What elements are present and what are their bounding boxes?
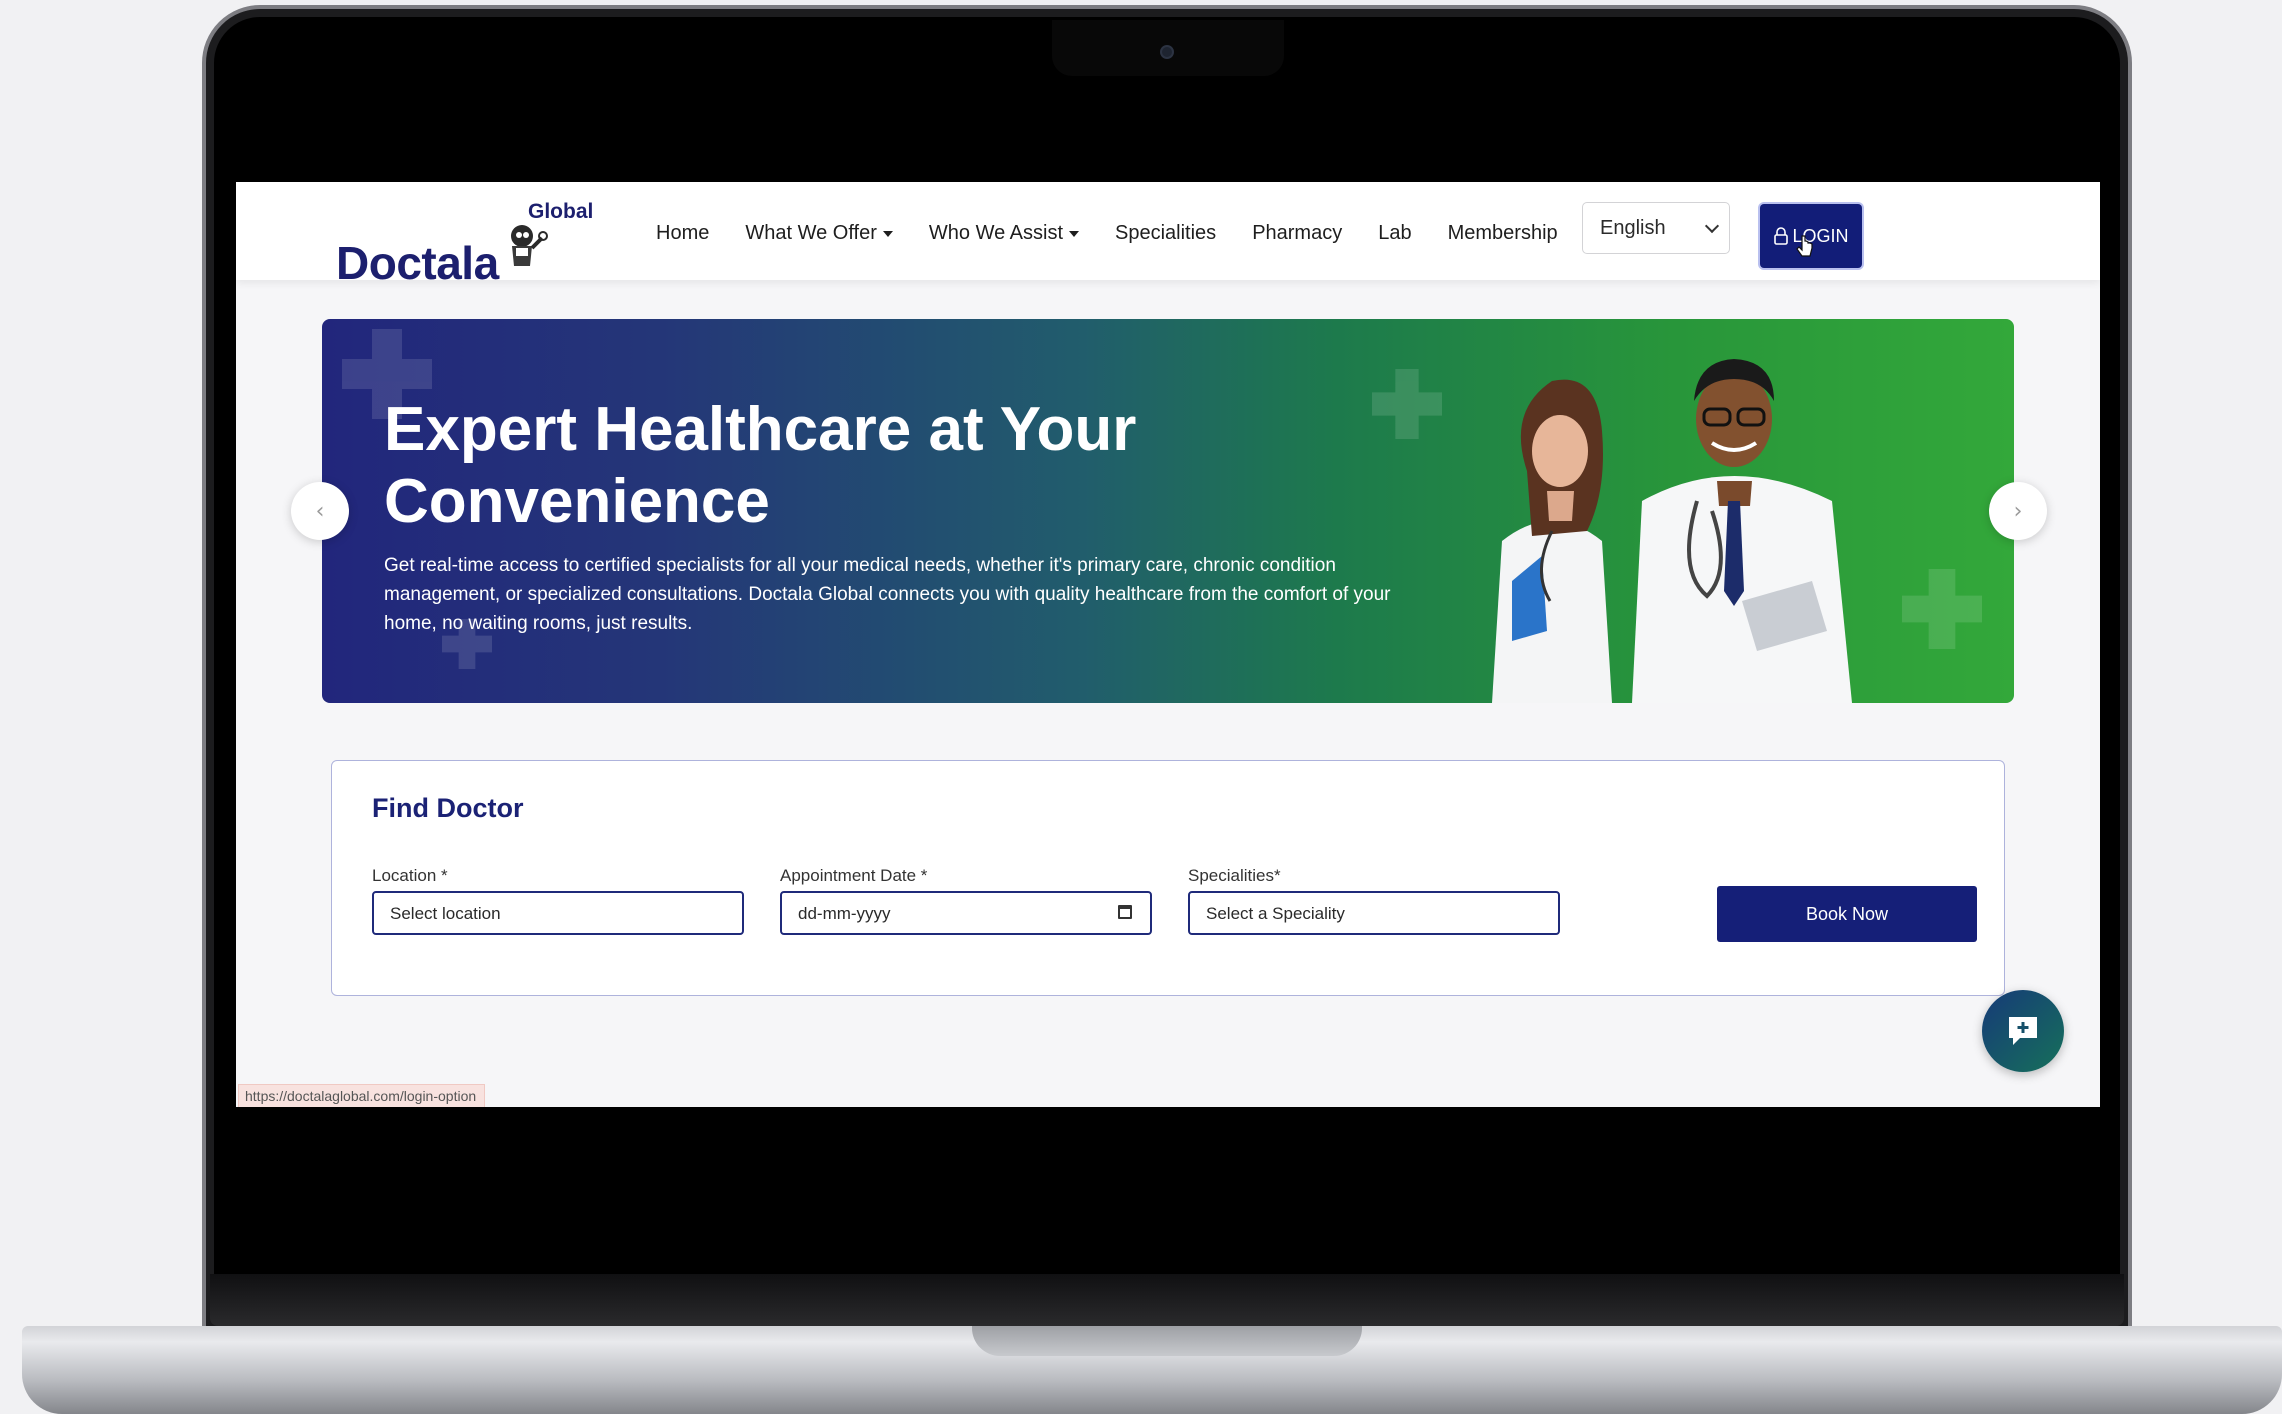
hero-banner: Expert Healthcare at Your Convenience Ge… bbox=[322, 319, 2014, 703]
location-placeholder: Select location bbox=[390, 904, 501, 923]
speciality-select[interactable]: Select a Speciality bbox=[1188, 891, 1560, 935]
language-select[interactable]: English bbox=[1582, 202, 1730, 254]
nav-membership[interactable]: Membership bbox=[1448, 222, 1558, 245]
lock-icon bbox=[1774, 227, 1789, 245]
nav-lab-label: Lab bbox=[1378, 222, 1412, 244]
chevron-left-icon: ‹ bbox=[315, 498, 325, 524]
nav-specialities[interactable]: Specialities bbox=[1115, 222, 1216, 245]
mouse-pointer-icon bbox=[1796, 235, 1813, 257]
nav-pharmacy[interactable]: Pharmacy bbox=[1252, 222, 1342, 245]
speciality-label: Specialities* bbox=[1188, 866, 1281, 885]
nav-lab[interactable]: Lab bbox=[1378, 222, 1411, 245]
book-now-button[interactable]: Book Now bbox=[1717, 886, 1977, 942]
book-now-label: Book Now bbox=[1805, 903, 1889, 924]
nav-specialities-label: Specialities bbox=[1115, 222, 1217, 244]
browser-viewport: Doctala Global Home What We Offer Who We… bbox=[236, 182, 2100, 1107]
language-selected: English bbox=[1600, 217, 1666, 239]
nav-what-we-offer-label: What We Offer bbox=[745, 222, 877, 244]
calendar-icon[interactable] bbox=[1118, 905, 1132, 919]
find-doctor-card: Find Doctor Location * Select location A… bbox=[331, 760, 2005, 996]
hero-title: Expert Healthcare at Your Convenience bbox=[384, 395, 1137, 536]
doctors-photo bbox=[1492, 359, 1852, 703]
doctala-logo[interactable]: Doctala Global bbox=[336, 196, 596, 289]
appointment-date-placeholder: dd-mm-yyyy bbox=[798, 904, 891, 923]
nav-who-we-assist[interactable]: Who We Assist bbox=[928, 222, 1080, 245]
nav-who-we-assist-label: Who We Assist bbox=[928, 222, 1064, 244]
laptop-chin bbox=[210, 1274, 2124, 1326]
chat-button[interactable] bbox=[1982, 990, 2064, 1072]
chevron-right-icon: › bbox=[2013, 498, 2023, 524]
laptop-opening-notch bbox=[972, 1326, 1362, 1356]
appointment-date-input[interactable]: dd-mm-yyyy bbox=[780, 891, 1152, 935]
carousel-next-button[interactable]: › bbox=[1989, 482, 2047, 540]
location-select[interactable]: Select location bbox=[372, 891, 744, 935]
appointment-date-label: Appointment Date * bbox=[780, 866, 928, 885]
mascot-icon bbox=[511, 225, 548, 266]
hero-description: Get real-time access to certified specia… bbox=[384, 555, 1391, 634]
camera-icon bbox=[1160, 45, 1174, 59]
cross-pattern-icon bbox=[1902, 569, 1982, 649]
status-bar-url: https://doctalaglobal.com/login-option bbox=[238, 1084, 486, 1107]
nav-home[interactable]: Home bbox=[656, 222, 709, 245]
caret-down-icon bbox=[1069, 230, 1080, 237]
carousel-prev-button[interactable]: ‹ bbox=[291, 482, 349, 540]
logo-wordmark: Doctala bbox=[336, 237, 499, 289]
find-doctor-title: Find Doctor bbox=[372, 793, 524, 823]
nav-home-label: Home bbox=[656, 222, 710, 244]
caret-down-icon bbox=[882, 230, 893, 237]
nav-pharmacy-label: Pharmacy bbox=[1252, 222, 1343, 244]
chat-plus-icon bbox=[2009, 1017, 2037, 1045]
main-nav: Home What We Offer Who We Assist Special… bbox=[656, 222, 1594, 245]
nav-membership-label: Membership bbox=[1447, 222, 1558, 244]
speciality-placeholder: Select a Speciality bbox=[1206, 904, 1345, 923]
nav-what-we-offer[interactable]: What We Offer bbox=[745, 222, 893, 245]
location-label: Location * bbox=[372, 866, 448, 885]
site-header: Doctala Global Home What We Offer Who We… bbox=[236, 182, 2100, 289]
chevron-down-icon bbox=[1704, 218, 1720, 234]
